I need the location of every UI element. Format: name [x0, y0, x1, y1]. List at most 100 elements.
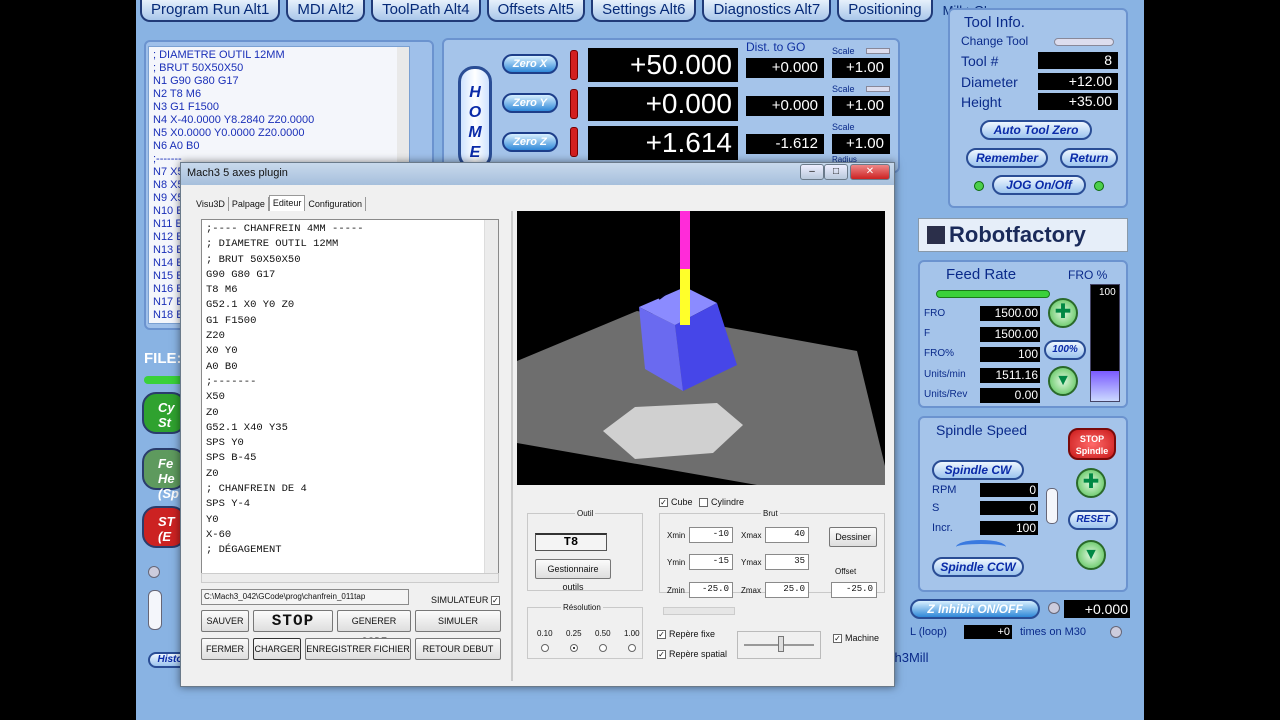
spindle-slider[interactable] — [1046, 488, 1058, 524]
fro-label: FRO — [924, 308, 946, 319]
tab-palpage[interactable]: Palpage — [229, 197, 269, 211]
tool-number[interactable]: 8 — [1038, 52, 1118, 69]
zmax-input[interactable]: 25.0 — [765, 582, 809, 598]
fro-bar: 100 — [1090, 284, 1120, 402]
incr-value[interactable]: 100 — [980, 521, 1038, 535]
tab-diagnostics[interactable]: Diagnostics Alt7 — [702, 0, 832, 22]
fro-value[interactable]: 1500.00 — [980, 306, 1040, 321]
tab-editeur[interactable]: Editeur — [268, 195, 306, 211]
y-scale[interactable]: +1.00 — [832, 96, 890, 116]
code-editor[interactable]: ;---- CHANFREIN 4MM ----- ; DIAMETRE OUTI… — [201, 219, 499, 581]
tab-offsets[interactable]: Offsets Alt5 — [486, 0, 586, 22]
enregistrer-fichier-button[interactable]: ENREGISTRER FICHIER — [305, 638, 411, 660]
machine-check-icon[interactable]: ✓ — [833, 634, 842, 644]
maximize-icon[interactable]: □ — [824, 164, 848, 180]
height-value[interactable]: +35.00 — [1038, 93, 1118, 110]
simulateur-check-icon[interactable]: ✓ — [490, 596, 500, 606]
zero-z-button[interactable]: Zero Z — [502, 132, 558, 152]
spindle-increase-icon[interactable]: ✚ — [1076, 468, 1106, 498]
auto-tool-zero-button[interactable]: Auto Tool Zero — [980, 120, 1092, 140]
dialog-titlebar: Mach3 5 axes plugin – □ ✕ — [181, 163, 894, 185]
home-button[interactable]: HOME — [458, 66, 492, 170]
retour-debut-button[interactable]: RETOUR DEBUT — [415, 638, 501, 660]
zero-y-button[interactable]: Zero Y — [502, 93, 558, 113]
charger-button[interactable]: CHARGER — [253, 638, 301, 660]
editor-hscrollbar[interactable] — [201, 573, 499, 583]
repere-fixe-check-icon[interactable]: ✓ — [657, 630, 666, 640]
stop-spindle-button[interactable]: STOP Spindle — [1068, 428, 1116, 460]
remember-button[interactable]: Remember — [966, 148, 1048, 168]
res-0-50-radio[interactable] — [599, 644, 607, 652]
xmax-input[interactable]: 40 — [765, 527, 809, 543]
simulation-3d-view[interactable] — [517, 211, 885, 485]
loop-value[interactable]: +0 — [964, 625, 1012, 639]
zero-x-button[interactable]: Zero X — [502, 54, 558, 74]
simulateur-checkbox[interactable]: SIMULATEUR ✓ — [431, 595, 503, 606]
code-line: G52.1 X40 Y35 — [206, 421, 288, 434]
zmin-input[interactable]: -25.0 — [689, 582, 733, 598]
repere-fixe-checkbox[interactable]: ✓ Repère fixe — [657, 629, 715, 640]
cube-checkbox[interactable]: ✓ Cube — [659, 497, 693, 508]
minimize-icon[interactable]: – — [800, 164, 824, 180]
xmin-input[interactable]: -10 — [689, 527, 733, 543]
fro-decrease-icon[interactable]: ▼ — [1048, 366, 1078, 396]
f-value[interactable]: 1500.00 — [980, 327, 1040, 342]
editor-scrollbar[interactable] — [484, 220, 498, 580]
plugin-dialog: Mach3 5 axes plugin – □ ✕ Visu3D Palpage… — [180, 162, 895, 687]
return-button[interactable]: Return — [1060, 148, 1118, 168]
z-dro[interactable]: +1.614 — [588, 126, 738, 160]
machine-checkbox[interactable]: ✓ Machine — [833, 633, 879, 644]
slider-thumb[interactable] — [778, 636, 784, 652]
z-scale[interactable]: +1.00 — [832, 134, 890, 154]
ymin-input[interactable]: -15 — [689, 554, 733, 570]
repere-spatial-checkbox[interactable]: ✓ Repère spatial — [657, 649, 727, 660]
tab-visu3d[interactable]: Visu3D — [193, 197, 229, 211]
res-0-25-radio[interactable] — [570, 644, 578, 652]
z-inhibit-button[interactable]: Z Inhibit ON/OFF — [910, 599, 1040, 619]
sauver-button[interactable]: SAUVER — [201, 610, 249, 632]
side-slider[interactable] — [148, 590, 162, 630]
stop-dialog-button[interactable]: STOP — [253, 610, 333, 632]
spindle-decrease-icon[interactable]: ▼ — [1076, 540, 1106, 570]
brut-hscroll[interactable] — [663, 607, 735, 615]
machine-slider[interactable] — [737, 631, 821, 659]
code-line: Z20 — [206, 330, 225, 343]
tab-positioning[interactable]: Positioning — [837, 0, 933, 22]
fermer-button[interactable]: FERMER — [201, 638, 249, 660]
res-0-10-radio[interactable] — [541, 644, 549, 652]
tab-program-run[interactable]: Program Run Alt1 — [140, 0, 281, 22]
diameter-value[interactable]: +12.00 — [1038, 73, 1118, 90]
tab-mdi[interactable]: MDI Alt2 — [286, 0, 366, 22]
tab-settings[interactable]: Settings Alt6 — [591, 0, 697, 22]
tab-configuration[interactable]: Configuration — [305, 197, 366, 211]
ymax-input[interactable]: 35 — [765, 554, 809, 570]
code-line: ; BRUT 50X50X50 — [153, 62, 244, 74]
offset-input[interactable]: -25.0 — [831, 582, 877, 598]
res-1-00-radio[interactable] — [628, 644, 636, 652]
spindle-ccw-button[interactable]: Spindle CCW — [932, 557, 1024, 577]
indicator-led — [148, 566, 160, 578]
height-label: Height — [961, 94, 1002, 110]
dessiner-button[interactable]: Dessiner — [829, 527, 877, 547]
y-dro[interactable]: +0.000 — [588, 87, 738, 121]
x-dro[interactable]: +50.000 — [588, 48, 738, 82]
z-inhibit-value[interactable]: +0.000 — [1064, 600, 1130, 618]
feed-led-bar — [936, 290, 1050, 298]
tab-toolpath[interactable]: ToolPath Alt4 — [371, 0, 481, 22]
simuler-button[interactable]: SIMULER — [415, 610, 501, 632]
close-icon[interactable]: ✕ — [850, 164, 890, 180]
cylindre-checkbox[interactable]: Cylindre — [699, 497, 744, 508]
jog-toggle-button[interactable]: JOG On/Off — [992, 175, 1086, 195]
fro-increase-icon[interactable]: ✚ — [1048, 298, 1078, 328]
cylindre-check-icon[interactable] — [699, 498, 708, 508]
gestionnaire-outils-button[interactable]: Gestionnaire outils — [535, 559, 611, 592]
x-scale[interactable]: +1.00 — [832, 58, 890, 78]
generer-code-button[interactable]: GENERER CODE — [337, 610, 411, 646]
brut-label: Brut — [761, 509, 780, 518]
spindle-cw-button[interactable]: Spindle CW — [932, 460, 1024, 480]
cube-check-icon[interactable]: ✓ — [659, 498, 668, 508]
s-value[interactable]: 0 — [980, 501, 1038, 515]
fro-100-button[interactable]: 100% — [1044, 340, 1086, 360]
repere-spatial-check-icon[interactable]: ✓ — [657, 650, 666, 660]
spindle-reset-button[interactable]: RESET — [1068, 510, 1118, 530]
